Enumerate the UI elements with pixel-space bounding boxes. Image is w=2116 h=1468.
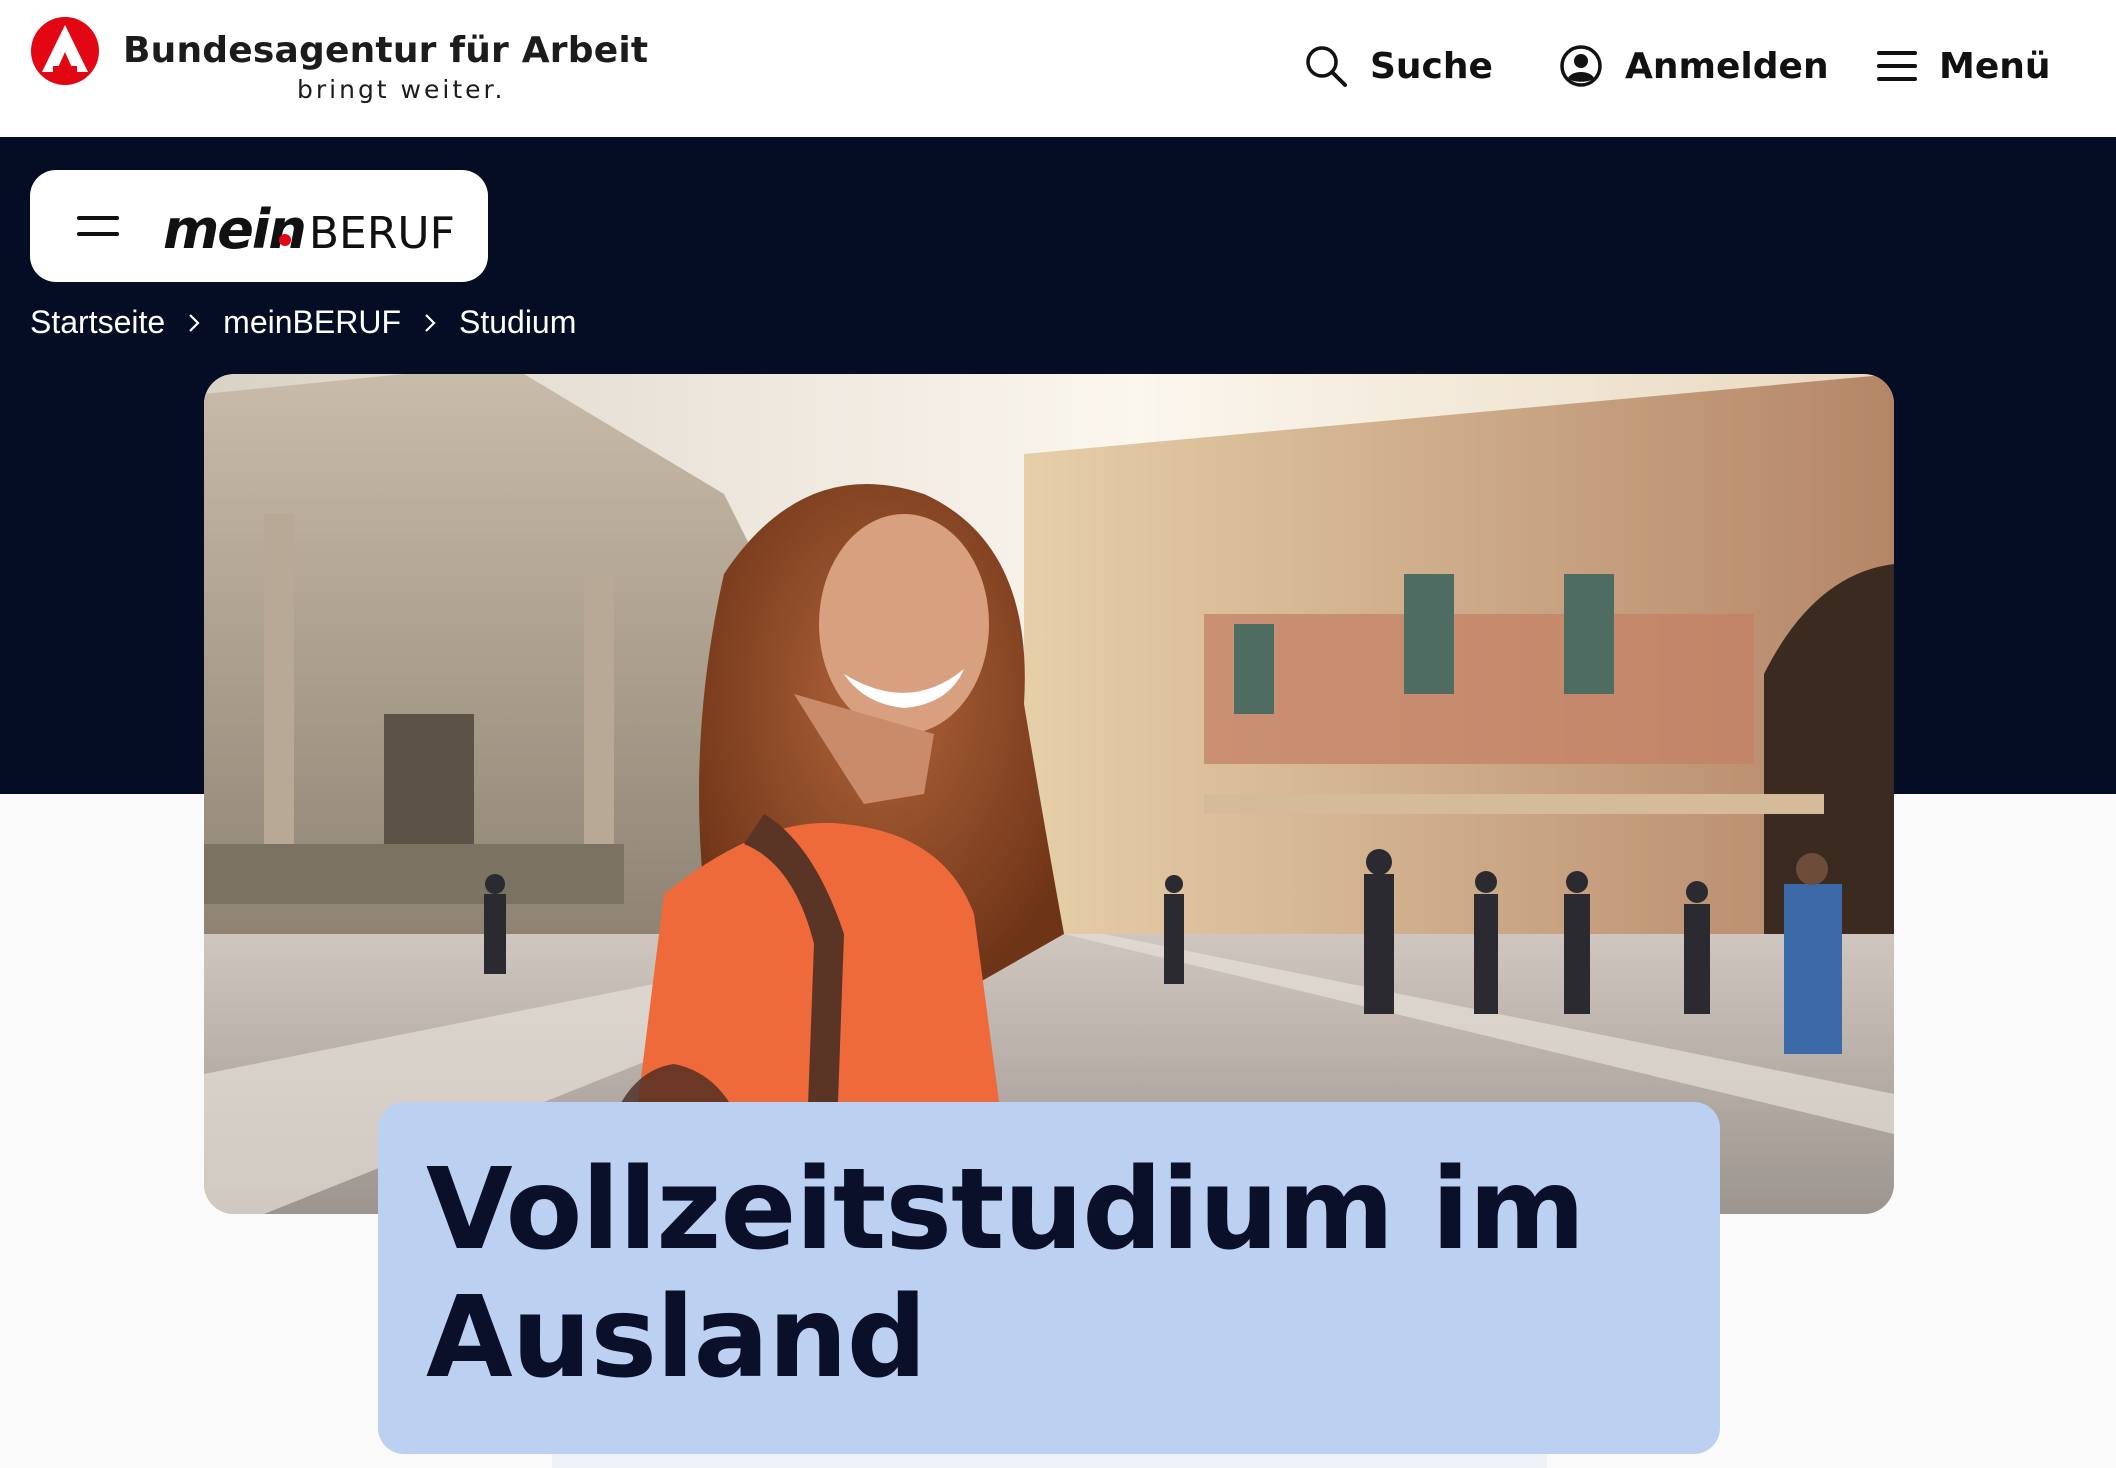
chevron-right-icon [425, 313, 436, 332]
breadcrumb-item-meinberuf[interactable]: meinBERUF [223, 304, 401, 341]
meinberuf-logo-suffix: BERUF [308, 208, 455, 259]
meinberuf-logo[interactable]: mein BERUF [163, 198, 455, 261]
breadcrumb-item-startseite[interactable]: Startseite [30, 304, 165, 341]
ba-logo-icon[interactable] [30, 16, 100, 86]
page: Bundesagentur für Arbeit bringt weiter. … [0, 0, 2116, 1468]
page-title: Vollzeitstudium im Ausland [426, 1145, 1585, 1403]
main-menu-button[interactable]: Menü [1877, 38, 2051, 94]
login-label: Anmelden [1625, 45, 1829, 87]
brand-tagline: bringt weiter. [297, 75, 506, 104]
meinberuf-logo-prefix: mein [163, 198, 307, 261]
login-button[interactable]: Anmelden [1559, 38, 1829, 94]
user-circle-icon [1560, 45, 1602, 87]
hamburger-menu-icon [1877, 51, 1917, 81]
logo-dot-icon [279, 234, 291, 246]
search-icon [1306, 46, 1347, 87]
meinberuf-navigation-pill[interactable]: mein BERUF [30, 170, 488, 282]
breadcrumb-item-studium: Studium [458, 304, 577, 340]
search-label: Suche [1370, 45, 1493, 87]
hero-photo [204, 374, 1894, 1214]
hamburger-menu-icon[interactable] [77, 213, 119, 239]
content-strip [552, 1454, 1547, 1468]
menu-label: Menü [1939, 45, 2051, 87]
page-title-card: Vollzeitstudium im Ausland [378, 1102, 1720, 1454]
chevron-right-icon [189, 313, 200, 332]
hero-image [204, 374, 1894, 1214]
breadcrumb: Startseite meinBERUF Studium [30, 304, 576, 341]
search-button[interactable]: Suche [1304, 38, 1493, 94]
brand-title: Bundesagentur für Arbeit [123, 30, 649, 71]
brand-wordmark[interactable]: Bundesagentur für Arbeit bringt weiter. [123, 30, 648, 104]
site-header: Bundesagentur für Arbeit bringt weiter. … [0, 0, 2116, 137]
